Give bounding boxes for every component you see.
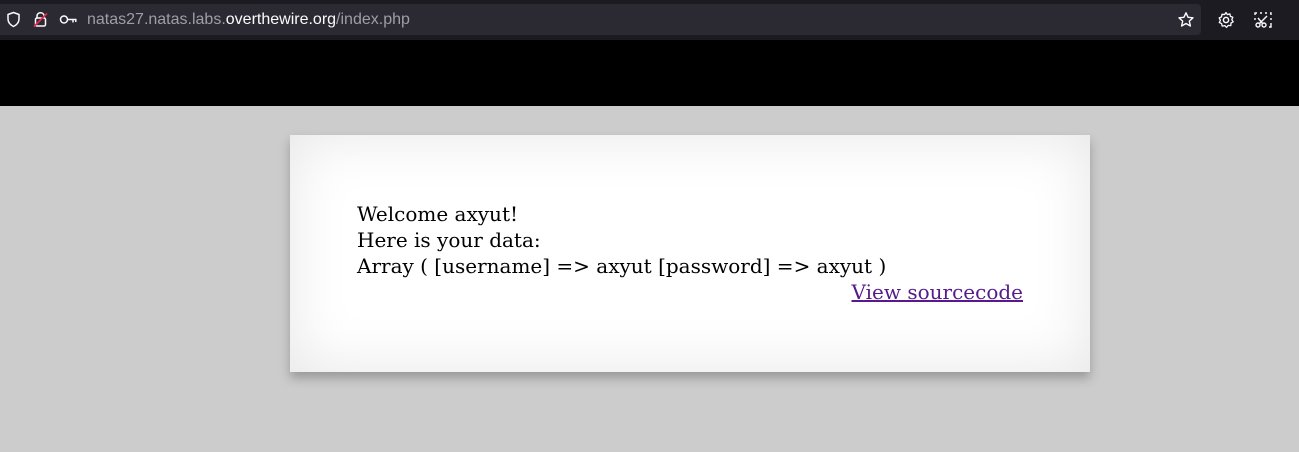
lock-icon[interactable]: [32, 11, 49, 28]
url-host: overthewire.org: [225, 11, 337, 28]
shield-icon[interactable]: [5, 11, 22, 28]
gear-icon[interactable]: [1217, 11, 1235, 29]
address-bar[interactable]: natas27.natas.labs.overthewire.org/index…: [0, 4, 1201, 35]
url-prefix: natas27.natas.labs.: [87, 11, 226, 28]
view-sourcecode-link[interactable]: View sourcecode: [852, 279, 1023, 305]
key-icon[interactable]: [59, 11, 77, 28]
welcome-message: Welcome axyut!: [357, 202, 519, 226]
browser-toolbar: natas27.natas.labs.overthewire.org/index…: [0, 0, 1299, 40]
data-dump: Array ( [username] => axyut [password] =…: [357, 254, 887, 278]
star-icon[interactable]: [1177, 11, 1194, 28]
data-intro: Here is your data:: [357, 228, 541, 252]
content-text: Welcome axyut! Here is your data: Array …: [357, 201, 886, 279]
page-header-banner: [0, 40, 1299, 106]
screenshot-icon[interactable]: [1253, 11, 1272, 29]
url-path: /index.php: [336, 11, 410, 28]
content-card: Welcome axyut! Here is your data: Array …: [290, 135, 1090, 372]
url-text[interactable]: natas27.natas.labs.overthewire.org/index…: [87, 11, 410, 29]
